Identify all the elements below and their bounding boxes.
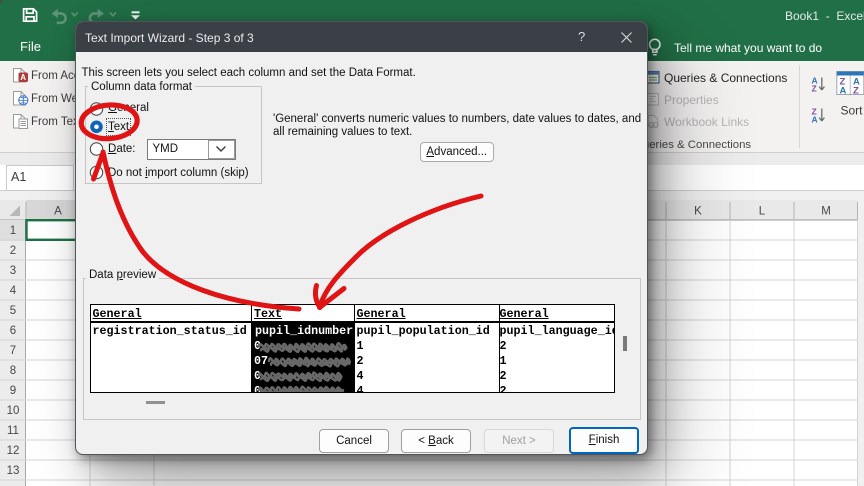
svg-text:11: 11 [7, 425, 19, 437]
svg-text:1: 1 [10, 225, 16, 237]
svg-text:6: 6 [10, 325, 16, 337]
svg-text:8: 8 [10, 365, 16, 377]
svg-text:13: 13 [7, 465, 20, 477]
svg-text:7: 7 [10, 345, 16, 357]
svg-text:K: K [694, 206, 702, 218]
svg-text:Z: Z [853, 86, 859, 97]
svg-text:12: 12 [7, 445, 20, 457]
svg-text:2: 2 [10, 245, 16, 257]
svg-text:M: M [821, 206, 831, 218]
svg-text:L: L [759, 206, 766, 218]
svg-text:A: A [54, 206, 62, 218]
svg-text:A: A [20, 73, 26, 82]
svg-text:10: 10 [7, 405, 20, 417]
svg-text:Sort: Sort [841, 104, 864, 118]
svg-text:4: 4 [10, 285, 17, 297]
svg-text:A: A [840, 86, 847, 97]
svg-text:9: 9 [10, 385, 16, 397]
svg-text:A: A [812, 115, 818, 125]
svg-text:3: 3 [10, 265, 16, 277]
svg-text:Z: Z [812, 84, 817, 94]
svg-text:5: 5 [10, 305, 16, 317]
